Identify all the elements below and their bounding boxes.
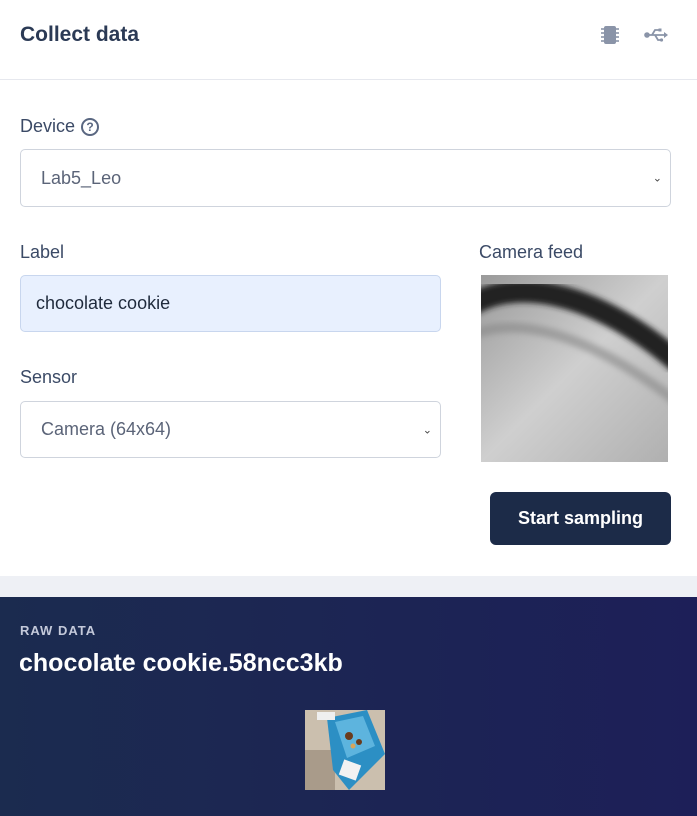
camera-feed-label: Camera feed [479,242,584,262]
page-title: Collect data [20,23,140,46]
sample-thumbnail[interactable] [305,710,385,790]
chevron-down-icon: ⌄ [422,424,432,436]
section-divider [0,576,697,597]
raw-data-panel: RAW DATA chocolate cookie.58ncc3kb [0,597,697,816]
device-label: Device ? [20,116,100,137]
sensor-select[interactable]: Camera (64x64) ⌄ [20,401,441,458]
header: Collect data [0,0,697,80]
device-select[interactable]: Lab5_Leo ⌄ [20,149,671,207]
sensor-label: Sensor [20,367,78,387]
chevron-down-icon: ⌄ [652,172,662,185]
device-select-value: Lab5_Leo [41,167,122,188]
help-icon[interactable]: ? [81,117,100,136]
device-label-text: Device [20,116,76,136]
usb-icon[interactable] [643,22,669,48]
raw-data-title: chocolate cookie.58ncc3kb [19,649,343,677]
sensor-select-value: Camera (64x64) [41,419,172,439]
camera-feed-image [481,275,668,462]
label-field-label: Label [20,242,65,262]
raw-data-caption: RAW DATA [20,623,97,638]
start-sampling-button[interactable]: Start sampling [490,492,671,545]
label-input[interactable]: chocolate cookie [20,275,441,332]
chip-icon[interactable] [597,22,623,48]
